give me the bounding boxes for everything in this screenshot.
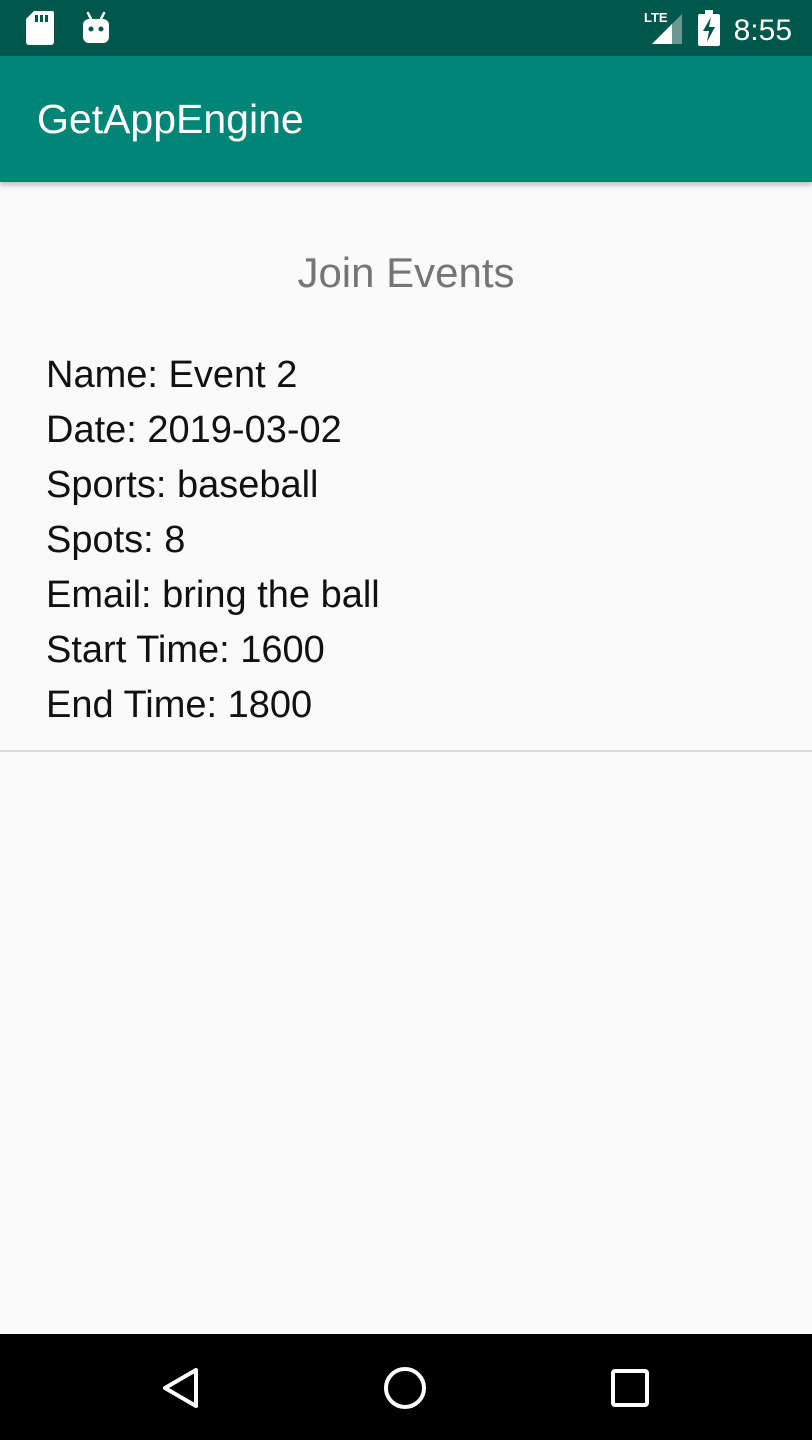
page-title: Join Events	[297, 249, 515, 296]
battery-charging-icon	[697, 10, 720, 51]
event-start-time: Start Time: 1600	[46, 629, 325, 671]
status-bar: LTE 8:55	[0, 0, 812, 56]
android-icon	[82, 11, 110, 50]
network-label: LTE	[644, 10, 668, 25]
event-list-item[interactable]: Name: Event 2 Date: 2019-03-02 Sports: b…	[0, 348, 812, 752]
recents-icon[interactable]	[606, 1364, 654, 1412]
status-right-icons: LTE 8:55	[644, 10, 792, 51]
lte-signal-icon: LTE	[644, 10, 684, 51]
event-email: Email: bring the ball	[46, 574, 380, 616]
app-title: GetAppEngine	[37, 96, 304, 142]
back-icon[interactable]	[157, 1364, 205, 1412]
status-left-icons	[26, 11, 110, 50]
event-sports: Sports: baseball	[46, 464, 319, 506]
event-spots: Spots: 8	[46, 519, 186, 561]
sd-card-icon	[26, 11, 54, 50]
event-date: Date: 2019-03-02	[46, 409, 342, 451]
home-icon[interactable]	[381, 1364, 429, 1412]
status-clock: 8:55	[733, 13, 792, 47]
app-bar: GetAppEngine	[0, 56, 812, 182]
event-end-time: End Time: 1800	[46, 684, 313, 726]
event-name: Name: Event 2	[46, 354, 298, 396]
navigation-bar	[0, 1334, 812, 1440]
